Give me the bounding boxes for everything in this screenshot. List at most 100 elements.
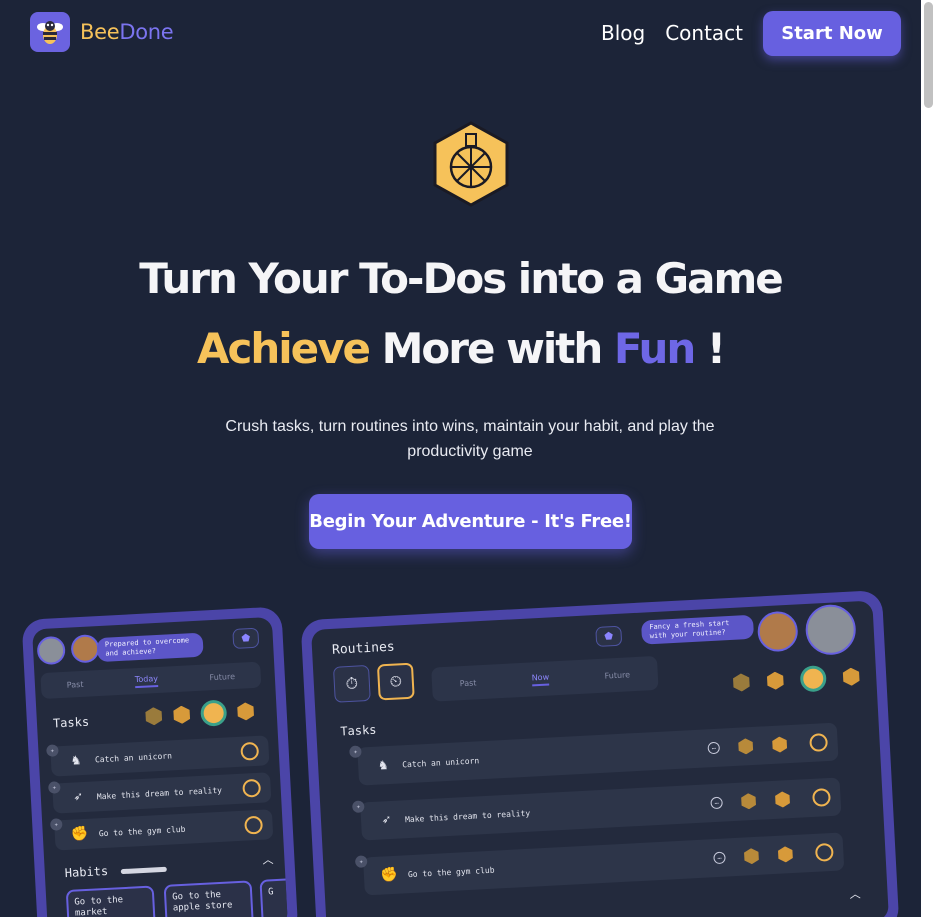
- task-label: Catch an unicorn: [401, 755, 480, 769]
- tag-icon: ✦: [352, 800, 365, 813]
- tag-icon: ✦: [46, 744, 59, 757]
- nav-contact-link[interactable]: Contact: [665, 10, 743, 56]
- rocket-icon: ➶: [381, 812, 391, 829]
- tab-past[interactable]: Past: [460, 678, 477, 688]
- habit-progress-bar: [120, 866, 167, 875]
- headline-exclaim: !: [694, 324, 726, 373]
- tag-icon: ✦: [48, 781, 61, 794]
- habit-card[interactable]: Go to the market: [65, 885, 157, 917]
- cat-avatar: [36, 635, 66, 666]
- collapse-chevron-icon[interactable]: ︿: [849, 886, 861, 903]
- headline-achieve: Achieve: [196, 324, 371, 373]
- badge-icon: [777, 846, 794, 863]
- nav-blog-link[interactable]: Blog: [601, 10, 645, 56]
- badge-icon: [740, 793, 757, 810]
- task-label: Make this dream to reality: [96, 785, 223, 801]
- character-avatar: [756, 610, 799, 653]
- scrollbar-thumb[interactable]: [924, 2, 933, 108]
- badge-icon: [743, 848, 760, 865]
- routine-badges: [732, 663, 861, 696]
- complete-checkbox[interactable]: [812, 787, 831, 807]
- cat-avatar: [804, 603, 857, 657]
- page-scrollbar[interactable]: [921, 0, 936, 917]
- hero-subheadline: Achieve More with Fun !: [0, 324, 921, 373]
- complete-checkbox[interactable]: [814, 842, 834, 862]
- complete-checkbox[interactable]: [240, 741, 260, 761]
- tab-future[interactable]: Future: [604, 670, 630, 680]
- task-label: Make this dream to reality: [404, 808, 531, 824]
- complete-checkbox[interactable]: [244, 815, 264, 835]
- badge-icon: [766, 671, 785, 690]
- sleep-timer-button[interactable]: ⏲: [376, 662, 415, 701]
- bee-icon: [30, 12, 70, 52]
- brand-name-part1: Bee: [80, 20, 120, 44]
- begin-adventure-button[interactable]: Begin Your Adventure - It's Free!: [309, 494, 632, 549]
- gym-icon: ✊: [379, 866, 399, 884]
- hero-subtitle: Crush tasks, turn routines into wins, ma…: [225, 418, 715, 460]
- tab-past[interactable]: Past: [67, 679, 84, 689]
- rocket-icon: ➶: [73, 789, 83, 806]
- tag-icon: ✦: [349, 745, 362, 759]
- task-label: Catch an unicorn: [94, 750, 173, 764]
- brand-name-part2: Done: [119, 20, 174, 44]
- tablet-screen: Routines ⏱ ⏲ Past Now Future ⬟ Fancy a f…: [311, 600, 889, 917]
- routine-tasks-title: Tasks: [340, 722, 377, 739]
- mobile-habits-title: Habits: [64, 863, 109, 881]
- tablet-app-preview: Routines ⏱ ⏲ Past Now Future ⬟ Fancy a f…: [300, 590, 900, 917]
- collapse-chevron-icon[interactable]: ︿: [262, 851, 274, 868]
- tab-now[interactable]: Now: [531, 672, 550, 686]
- brand-logo[interactable]: BeeDone: [30, 12, 174, 52]
- gem-button[interactable]: ⬟: [232, 627, 260, 649]
- hero-headline: Turn Your To-Dos into a Game: [139, 254, 783, 303]
- wheel-hexagon-icon: [433, 121, 509, 207]
- tab-future[interactable]: Future: [209, 671, 235, 681]
- headline-fun: Fun: [613, 324, 696, 373]
- mobile-tasks-title: Tasks: [52, 714, 90, 731]
- badge-icon: [172, 705, 191, 724]
- badge-icon: [774, 791, 791, 808]
- badge-icon: [771, 736, 788, 753]
- task-row[interactable]: ✦ ➶ Make this dream to reality …: [352, 777, 842, 841]
- task-row[interactable]: ✦ ♞ Catch an unicorn …: [349, 722, 839, 786]
- task-row[interactable]: ✦ ♞ Catch an unicorn: [46, 735, 270, 777]
- gym-icon: ✊: [70, 825, 89, 843]
- mobile-greeting-bubble: Prepared to overcome and achieve?: [96, 632, 204, 663]
- mobile-day-tabs: Past Today Future: [40, 661, 262, 700]
- badge-icon: [732, 673, 751, 692]
- routines-title: Routines: [331, 639, 396, 658]
- unicorn-icon: ♞: [71, 752, 81, 769]
- badge-icon: [842, 667, 861, 686]
- stopwatch-button[interactable]: ⏱: [332, 664, 371, 703]
- headline-more-with: More with: [368, 324, 614, 373]
- brand-name: BeeDone: [80, 20, 174, 44]
- complete-checkbox[interactable]: [809, 733, 829, 752]
- task-row[interactable]: ✦ ✊ Go to the gym club …: [354, 832, 845, 896]
- character-avatar: [70, 634, 100, 664]
- start-now-button[interactable]: Start Now: [763, 10, 901, 56]
- habit-card[interactable]: G: [259, 877, 288, 917]
- mobile-badges: [144, 698, 255, 730]
- main-nav: Blog Contact Start Now: [601, 10, 901, 56]
- more-options-icon[interactable]: …: [707, 741, 721, 755]
- tab-today[interactable]: Today: [134, 673, 159, 688]
- more-options-icon[interactable]: …: [713, 851, 726, 865]
- unicorn-icon: ♞: [378, 757, 388, 774]
- badge-icon: [144, 707, 163, 726]
- mobile-screen: Prepared to overcome and achieve? ⬟ Past…: [32, 616, 288, 917]
- task-row[interactable]: ✦ ➶ Make this dream to reality: [48, 772, 272, 814]
- complete-checkbox[interactable]: [242, 778, 262, 798]
- tag-icon: ✦: [354, 855, 368, 868]
- more-options-icon[interactable]: …: [710, 796, 723, 810]
- task-row[interactable]: ✦ ✊ Go to the gym club: [49, 809, 274, 851]
- badge-icon: [799, 665, 827, 693]
- badge-icon: [236, 702, 255, 721]
- gem-button[interactable]: ⬟: [595, 625, 623, 648]
- badge-icon: [200, 699, 228, 727]
- mobile-app-preview: Prepared to overcome and achieve? ⬟ Past…: [21, 606, 299, 917]
- routine-tabs: Past Now Future: [431, 655, 659, 702]
- task-label: Go to the gym club: [98, 824, 186, 838]
- site-header: BeeDone Blog Contact Start Now: [0, 0, 921, 66]
- habit-card[interactable]: Go to the apple store: [163, 880, 255, 917]
- badge-icon: [737, 738, 754, 755]
- task-label: Go to the gym club: [407, 865, 495, 879]
